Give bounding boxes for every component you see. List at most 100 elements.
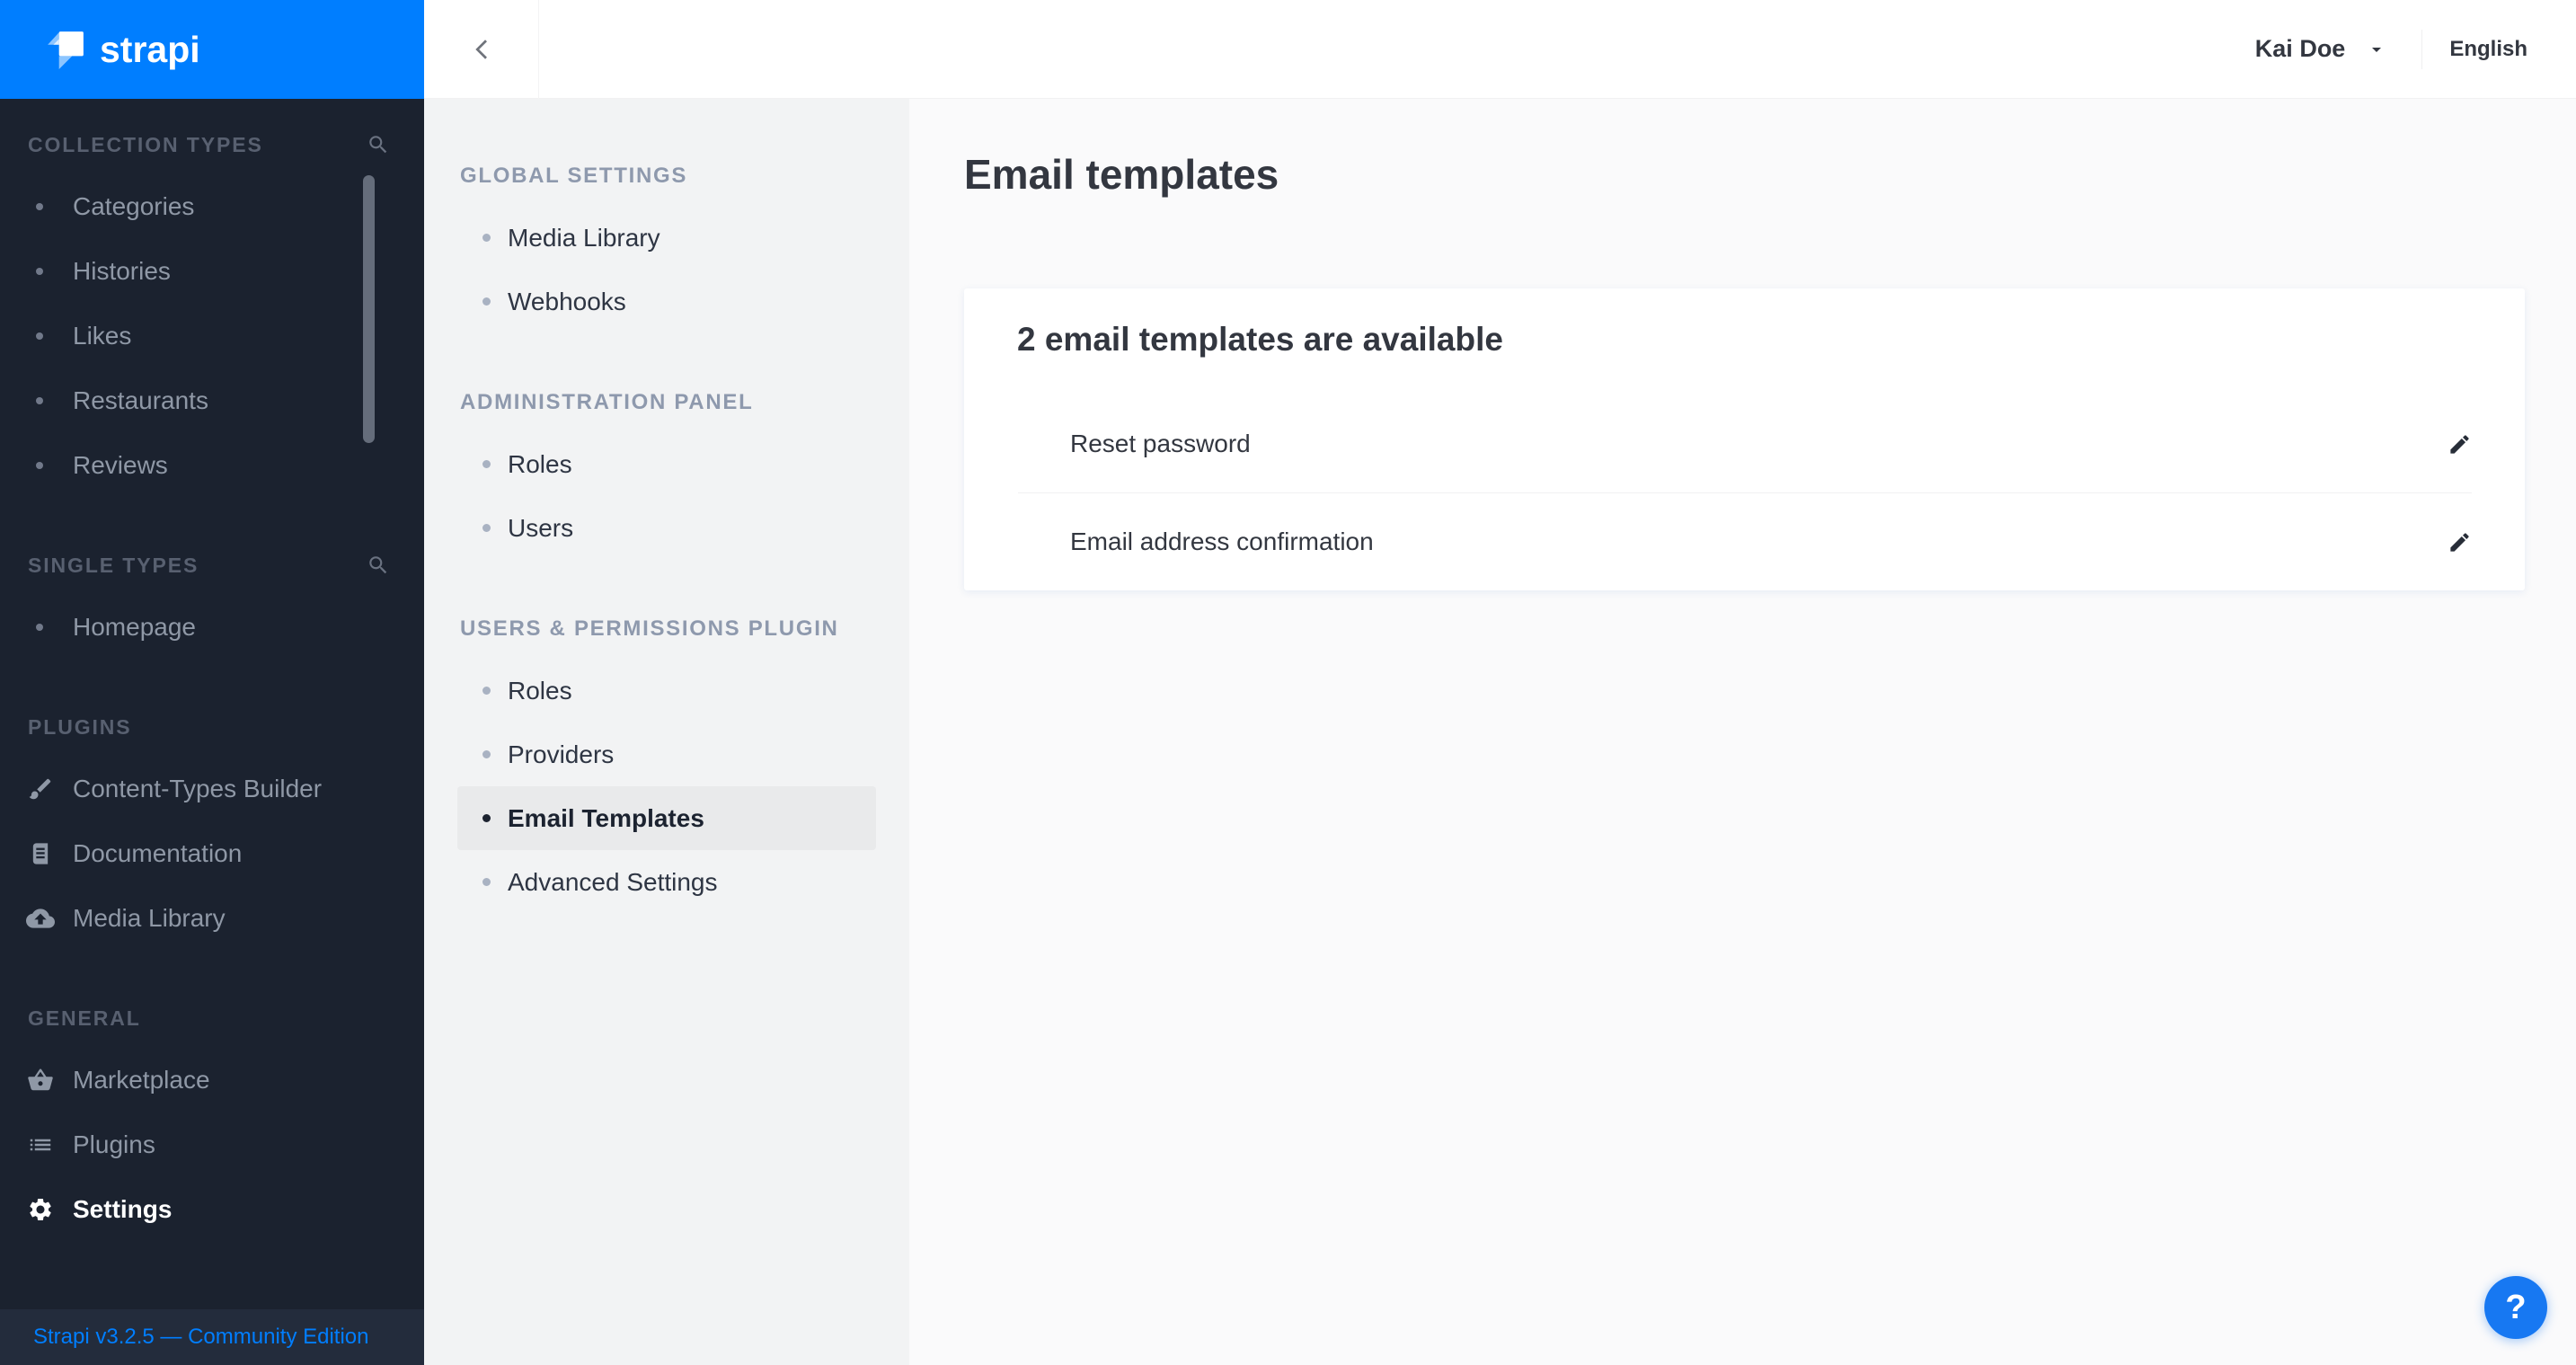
sidebar-item-label: Settings: [73, 1195, 173, 1223]
template-label: Reset password: [1070, 430, 1251, 457]
bullet-icon: [482, 234, 491, 242]
sidebar-item-label: Reviews: [73, 451, 168, 479]
language-selector[interactable]: English: [2422, 37, 2576, 62]
brush-icon: [25, 774, 56, 804]
strapi-logo[interactable]: strapi: [0, 0, 424, 99]
edit-email-confirmation-button[interactable]: [2439, 521, 2480, 563]
search-icon[interactable]: [367, 554, 390, 577]
sidebar-item-label: Likes: [73, 322, 132, 350]
bullet-icon: [36, 203, 43, 210]
pencil-icon: [2448, 432, 2472, 456]
sidebar-item-label: Plugins: [73, 1130, 155, 1158]
user-name: Kai Doe: [2254, 35, 2346, 62]
sidebar-item-plugins[interactable]: Plugins: [0, 1112, 424, 1177]
settings-item-label: Providers: [508, 740, 615, 768]
bullet-icon: [36, 268, 43, 275]
menu-section-label: PLUGINS: [28, 714, 132, 739]
sidebar-item-label: Content-Types Builder: [73, 775, 323, 802]
settings-section-label: GLOBAL SETTINGS: [460, 164, 688, 188]
menu-section-general: GENERAL Marketplace Plugins Settings: [0, 1005, 424, 1242]
sidebar-item-label: Homepage: [73, 613, 196, 641]
bullet-icon: [482, 814, 491, 822]
template-label: Email address confirmation: [1070, 527, 1374, 555]
sidebar-item-label: Documentation: [73, 839, 243, 867]
settings-section-global: GLOBAL SETTINGS Media Library Webhooks: [424, 163, 909, 333]
bullet-icon: [36, 462, 43, 469]
menu-section-collection-types: COLLECTION TYPES Categories Histories Li…: [0, 131, 424, 498]
sidebar-item-label: Marketplace: [73, 1066, 210, 1094]
sidebar-item-histories[interactable]: Histories: [0, 239, 424, 304]
sidebar-item-categories[interactable]: Categories: [0, 174, 424, 239]
settings-section-administration: ADMINISTRATION PANEL Roles Users: [424, 389, 909, 560]
gear-icon: [25, 1194, 56, 1225]
sidebar-item-marketplace[interactable]: Marketplace: [0, 1048, 424, 1112]
settings-item-label: Advanced Settings: [508, 867, 718, 896]
sidebar-item-label: Restaurants: [73, 386, 208, 414]
sidebar-item-settings[interactable]: Settings: [0, 1177, 424, 1242]
caret-down-icon: [2366, 39, 2387, 60]
email-templates-card: 2 email templates are available Reset pa…: [964, 288, 2525, 590]
bullet-icon: [36, 397, 43, 404]
page-title: Email templates: [964, 151, 1279, 198]
main-content: Email templates 2 email templates are av…: [909, 99, 2576, 1365]
settings-item-webhooks[interactable]: Webhooks: [457, 270, 876, 333]
main-sidebar: strapi COLLECTION TYPES Categories Histo…: [0, 0, 424, 1365]
settings-item-advanced-settings[interactable]: Advanced Settings: [457, 850, 876, 914]
top-header: Kai Doe English: [424, 0, 2576, 99]
user-menu-button[interactable]: Kai Doe: [2255, 35, 2388, 63]
bullet-icon: [36, 624, 43, 631]
brand-name: strapi: [100, 28, 200, 70]
sidebar-item-media-library[interactable]: Media Library: [0, 886, 424, 951]
pencil-icon: [2448, 530, 2472, 554]
sidebar-item-restaurants[interactable]: Restaurants: [0, 368, 424, 433]
settings-section-users-permissions: USERS & PERMISSIONS PLUGIN Roles Provide…: [424, 616, 909, 914]
menu-section-label: COLLECTION TYPES: [28, 132, 263, 156]
settings-item-providers[interactable]: Providers: [457, 722, 876, 786]
settings-item-label: Roles: [508, 676, 572, 705]
sidebar-item-label: Media Library: [73, 904, 226, 932]
bullet-icon: [36, 332, 43, 340]
bullet-icon: [482, 750, 491, 758]
book-icon: [25, 838, 56, 869]
settings-item-label: Webhooks: [508, 287, 626, 315]
strapi-logo-icon: [45, 29, 86, 70]
strapi-version-link[interactable]: Strapi v3.2.5 — Community Edition: [33, 1325, 369, 1350]
settings-item-up-roles[interactable]: Roles: [457, 659, 876, 722]
edit-reset-password-button[interactable]: [2439, 423, 2480, 465]
list-icon: [25, 1130, 56, 1160]
settings-item-admin-roles[interactable]: Roles: [457, 432, 876, 496]
settings-section-label: ADMINISTRATION PANEL: [460, 390, 754, 414]
settings-item-email-templates[interactable]: Email Templates: [457, 786, 876, 850]
template-row-reset-password[interactable]: Reset password: [964, 395, 2525, 492]
settings-item-label: Users: [508, 513, 574, 542]
sidebar-item-likes[interactable]: Likes: [0, 304, 424, 368]
bullet-icon: [482, 878, 491, 886]
settings-item-label: Email Templates: [508, 803, 704, 832]
menu-section-label: SINGLE TYPES: [28, 553, 199, 577]
chevron-left-icon: [470, 36, 493, 63]
template-row-email-confirmation[interactable]: Email address confirmation: [964, 493, 2525, 590]
sidebar-item-documentation[interactable]: Documentation: [0, 821, 424, 886]
sidebar-item-label: Histories: [73, 257, 171, 285]
settings-item-admin-users[interactable]: Users: [457, 496, 876, 560]
help-button[interactable]: ?: [2484, 1276, 2547, 1339]
menu-section-single-types: SINGLE TYPES Homepage: [0, 552, 424, 660]
sidebar-item-homepage[interactable]: Homepage: [0, 595, 424, 660]
back-button[interactable]: [424, 0, 539, 99]
settings-item-label: Roles: [508, 449, 572, 478]
sidebar-item-label: Categories: [73, 192, 195, 220]
bullet-icon: [482, 687, 491, 695]
settings-item-media-library[interactable]: Media Library: [457, 206, 876, 270]
settings-section-label: USERS & PERMISSIONS PLUGIN: [460, 616, 839, 641]
menu-section-plugins: PLUGINS Content-Types Builder Documentat…: [0, 714, 424, 951]
settings-sidebar: GLOBAL SETTINGS Media Library Webhooks A…: [424, 99, 909, 1365]
sidebar-item-content-types-builder[interactable]: Content-Types Builder: [0, 757, 424, 821]
search-icon[interactable]: [367, 133, 390, 156]
basket-icon: [25, 1065, 56, 1095]
sidebar-item-reviews[interactable]: Reviews: [0, 433, 424, 498]
sidebar-scrollbar-thumb[interactable]: [363, 175, 375, 443]
settings-item-label: Media Library: [508, 223, 660, 252]
cloud-upload-icon: [25, 903, 56, 934]
bullet-icon: [482, 524, 491, 532]
bullet-icon: [482, 460, 491, 468]
